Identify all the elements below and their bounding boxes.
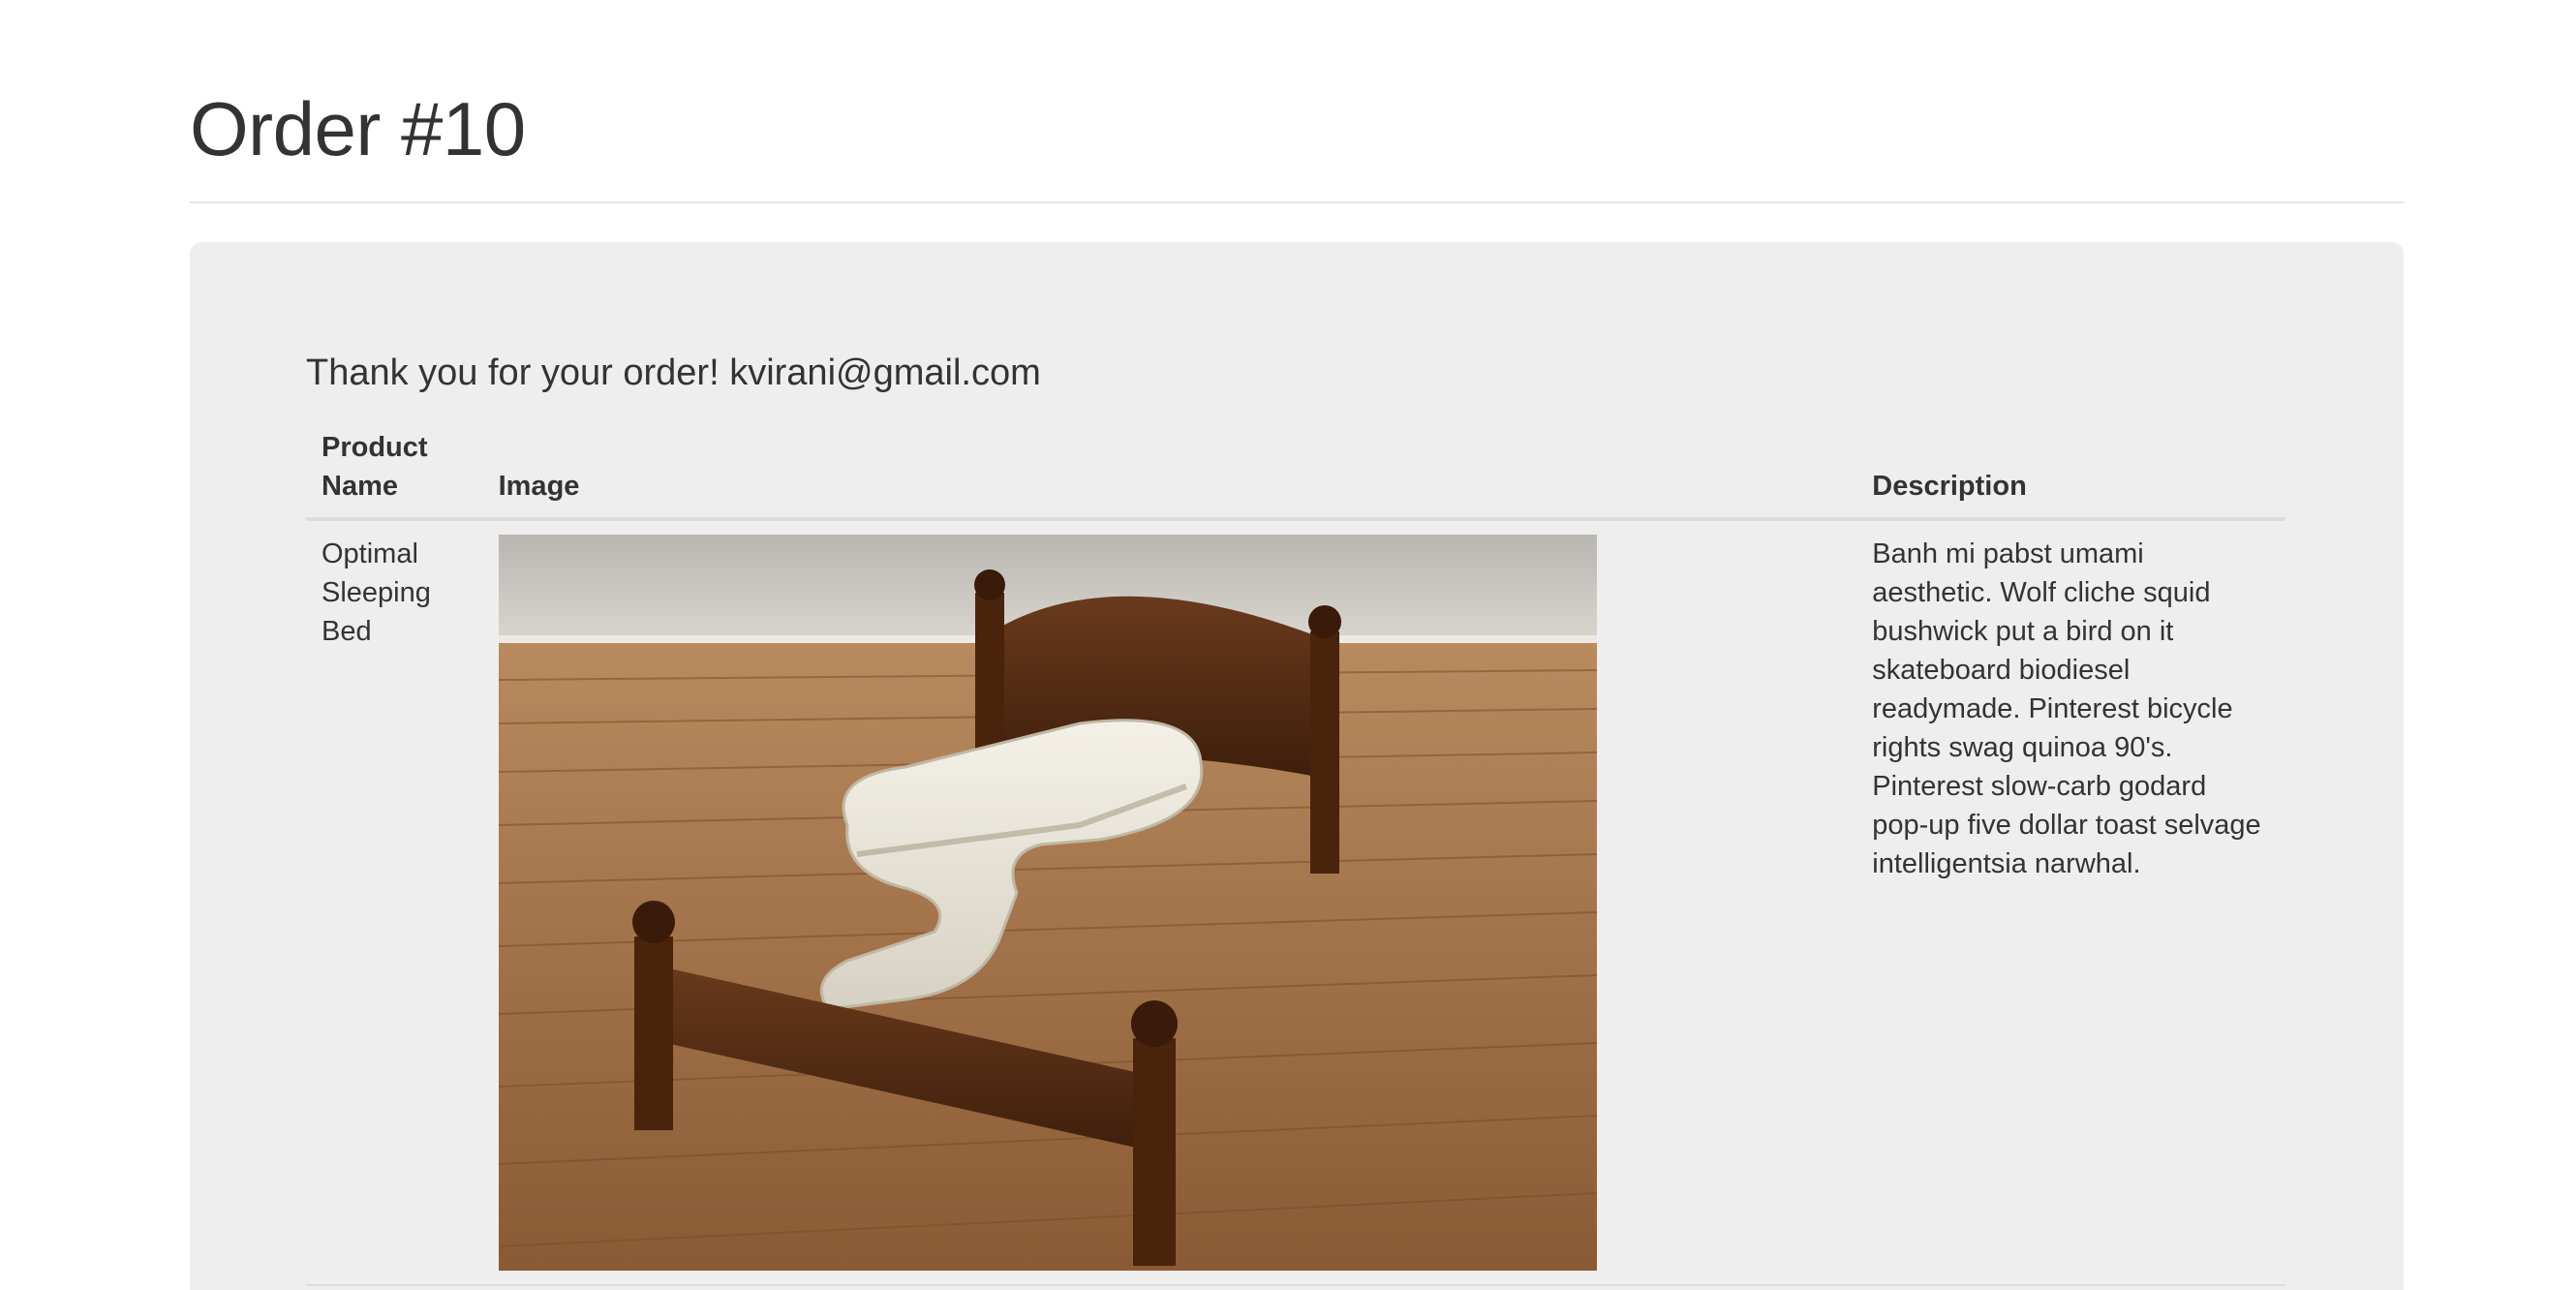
table-header-row: Product Name Image Description [306,424,2285,521]
cell-description: Banh mi pabst umami aesthetic. Wolf clic… [1872,538,2261,879]
header-description: Description [1856,424,2285,521]
product-image [498,535,1597,1271]
order-panel: Thank you for your order! kvirani@gmail.… [190,242,2404,1290]
order-page: Order #10 Thank you for your order! kvir… [0,0,2576,1290]
header-image: Image [482,424,1857,521]
header-product-name: Product Name [306,424,483,521]
cell-image [483,519,1857,1285]
page-header: Order #10 [190,0,2404,203]
thank-you-message: Thank you for your order! kvirani@gmail.… [306,353,1041,393]
page-title: Order #10 [190,86,526,171]
cell-product-name: Optimal Sleeping Bed [322,538,431,647]
order-table: Product Name Image Description Optimal S… [306,424,2285,1286]
table-row: Optimal Sleeping Bed Banh mi pabst umami… [306,519,2285,1285]
